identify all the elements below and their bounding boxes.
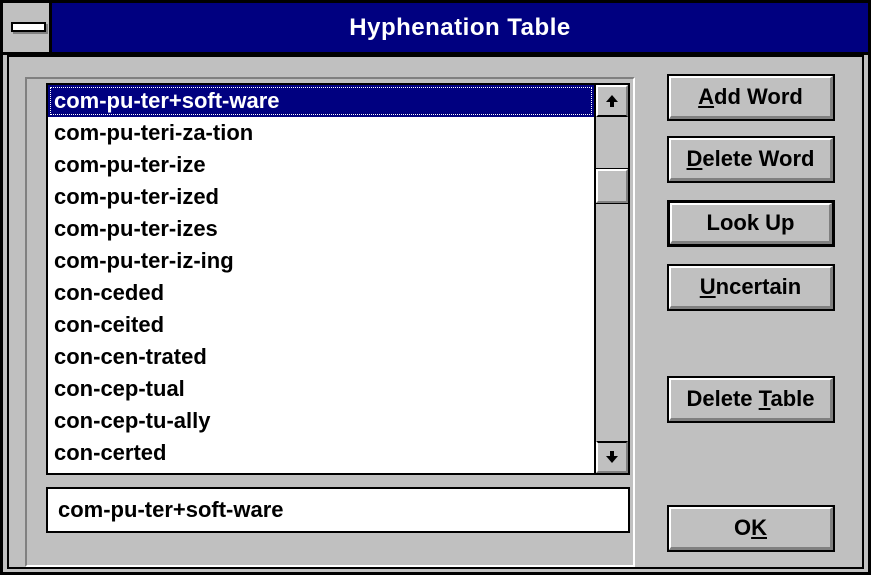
- up-arrow-icon: [606, 95, 618, 107]
- down-arrow-icon: [606, 451, 618, 463]
- word-edit-field[interactable]: com-pu-ter+soft-ware: [46, 487, 630, 533]
- scrollbar-thumb[interactable]: [595, 168, 628, 204]
- word-list-scrollbar[interactable]: [594, 85, 628, 473]
- look-up-button[interactable]: Look Up: [667, 200, 835, 247]
- uncertain-button[interactable]: Uncertain: [667, 264, 835, 311]
- list-item[interactable]: com-pu-teri-za-tion: [48, 117, 594, 149]
- window-title: Hyphenation Table: [349, 14, 571, 41]
- delete-table-label: Delete Table: [686, 386, 815, 411]
- uncertain-label: Uncertain: [699, 274, 802, 299]
- list-item[interactable]: com-pu-ter-ize: [48, 149, 594, 181]
- list-item[interactable]: con-cen-trated: [48, 341, 594, 373]
- add-word-button[interactable]: Add Word: [667, 74, 835, 121]
- scrollbar-track[interactable]: [596, 117, 628, 441]
- list-item[interactable]: con-cep-tu-ally: [48, 405, 594, 437]
- scroll-up-button[interactable]: [596, 85, 628, 117]
- title-bar: Hyphenation Table: [3, 3, 868, 55]
- delete-word-label: Delete Word: [686, 146, 815, 171]
- list-item[interactable]: com-pu-ter-izes: [48, 213, 594, 245]
- list-item[interactable]: con-cep-tual: [48, 373, 594, 405]
- list-item[interactable]: com-pu-ter+soft-ware: [48, 85, 594, 117]
- list-item[interactable]: con-certed: [48, 437, 594, 469]
- delete-table-button[interactable]: Delete Table: [667, 376, 835, 423]
- look-up-label: Look Up: [706, 210, 795, 235]
- system-menu-icon: [11, 22, 46, 32]
- word-list[interactable]: com-pu-ter+soft-ware com-pu-teri-za-tion c…: [46, 83, 630, 475]
- scroll-down-button[interactable]: [596, 441, 628, 473]
- word-list-items: com-pu-ter+soft-ware com-pu-teri-za-tion c…: [48, 85, 594, 473]
- ok-label: OK: [733, 515, 767, 540]
- list-item[interactable]: com-pu-ter-ized: [48, 181, 594, 213]
- list-item[interactable]: com-pu-ter-iz-ing: [48, 245, 594, 277]
- list-item[interactable]: con-ceited: [48, 309, 594, 341]
- hyphenation-dialog: Hyphenation Table com-pu-ter+soft-ware co…: [0, 0, 871, 575]
- add-word-label: Add Word: [698, 84, 803, 109]
- delete-word-button[interactable]: Delete Word: [667, 136, 835, 183]
- system-menu-button[interactable]: [3, 3, 52, 52]
- ok-button[interactable]: OK: [667, 505, 835, 552]
- list-item[interactable]: con-ceded: [48, 277, 594, 309]
